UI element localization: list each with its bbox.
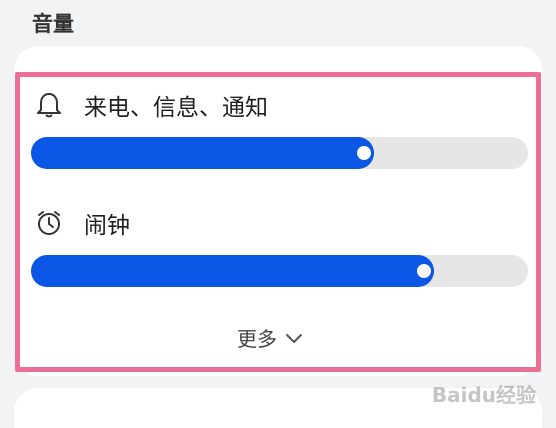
more-button[interactable]: 更多 — [237, 323, 303, 352]
bell-icon — [34, 90, 64, 120]
alarm-volume-thumb[interactable] — [414, 261, 434, 281]
more-label: 更多 — [237, 327, 277, 351]
alarm-label: 闹钟 — [84, 213, 130, 239]
alarm-clock-icon — [34, 208, 64, 238]
section-title-volume: 音量 — [32, 12, 74, 36]
alarm-row-label: 闹钟 — [34, 206, 130, 240]
alarm-volume-fill — [31, 255, 434, 287]
ringer-row-label: 来电、信息、通知 — [34, 88, 268, 122]
ringer-volume-slider[interactable] — [31, 137, 528, 169]
chevron-down-icon — [285, 329, 303, 347]
ringer-volume-fill — [31, 137, 374, 169]
baidu-watermark: Baidu经验 — [431, 383, 536, 407]
ringer-volume-thumb[interactable] — [354, 143, 374, 163]
alarm-volume-slider[interactable] — [31, 255, 528, 287]
ringer-label: 来电、信息、通知 — [84, 95, 268, 121]
